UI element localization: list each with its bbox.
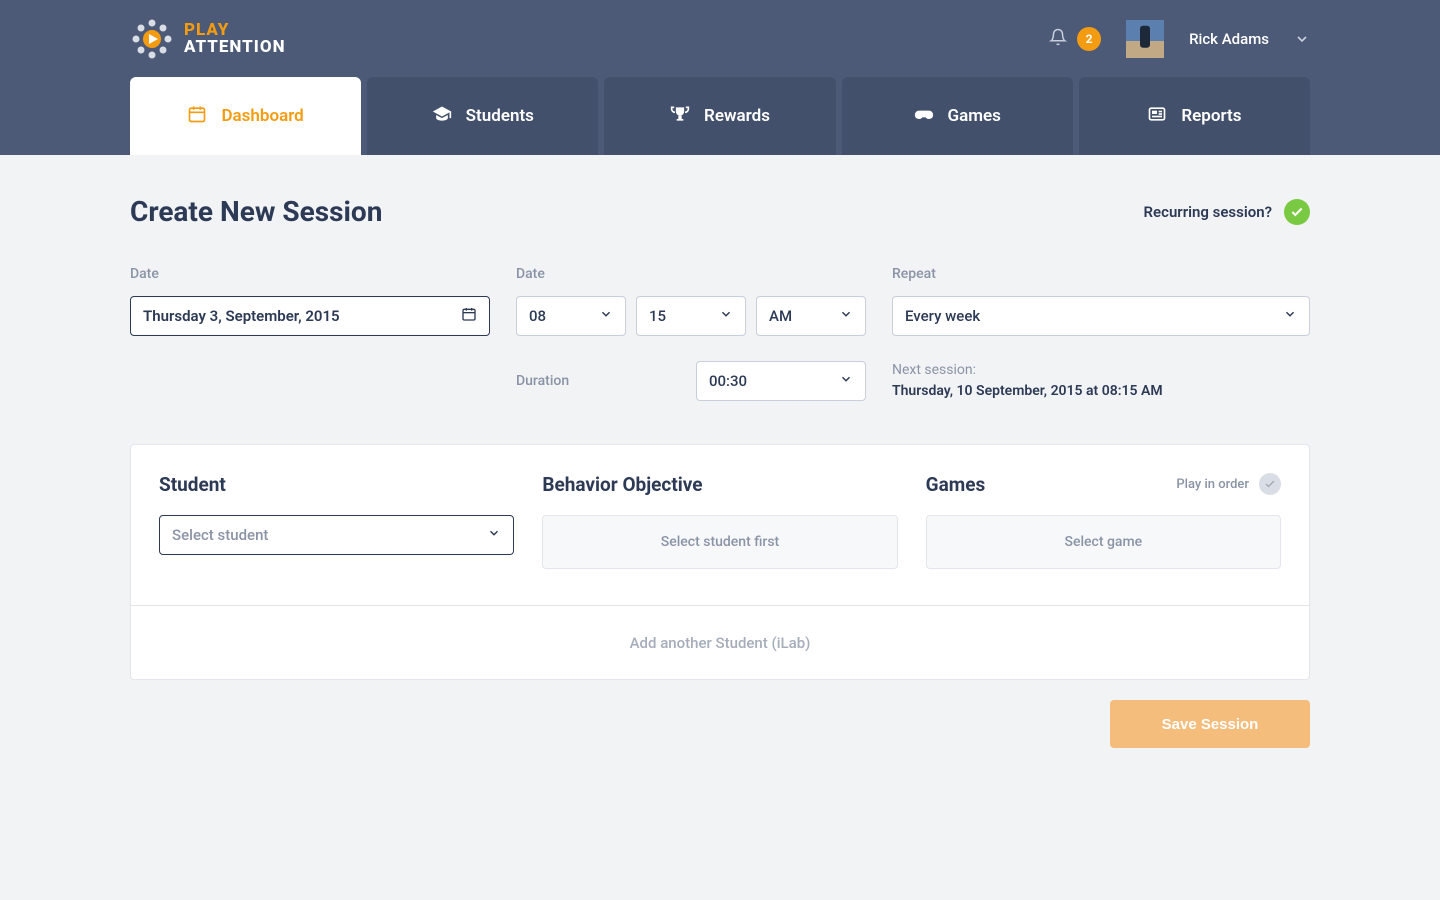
tab-games[interactable]: Games bbox=[842, 77, 1073, 155]
chevron-down-icon bbox=[839, 372, 853, 390]
behavior-placeholder: Select student first bbox=[661, 534, 779, 550]
chevron-down-icon bbox=[487, 526, 501, 544]
chevron-down-icon bbox=[839, 307, 853, 325]
logo-mark-icon bbox=[130, 17, 174, 61]
form-row-2: Duration 00:30 Next session: Thursday, 1… bbox=[130, 360, 1310, 402]
repeat-select[interactable]: Every week bbox=[892, 296, 1310, 336]
games-heading: Games bbox=[926, 473, 986, 496]
trophy-icon bbox=[670, 104, 690, 129]
date-value: Thursday 3, September, 2015 bbox=[143, 307, 340, 325]
repeat-value: Every week bbox=[905, 307, 980, 325]
add-another-student[interactable]: Add another Student (iLab) bbox=[131, 605, 1309, 679]
user-name: Rick Adams bbox=[1189, 30, 1269, 48]
repeat-field: Repeat Every week bbox=[892, 266, 1310, 336]
save-row: Save Session bbox=[130, 700, 1310, 748]
tab-students[interactable]: Students bbox=[367, 77, 598, 155]
logo[interactable]: PLAY ATTENTION bbox=[130, 17, 286, 61]
tab-label: Students bbox=[466, 106, 534, 126]
news-icon bbox=[1147, 104, 1167, 129]
next-session: Next session: Thursday, 10 September, 20… bbox=[892, 360, 1310, 402]
tab-label: Dashboard bbox=[221, 106, 303, 126]
grad-cap-icon bbox=[432, 104, 452, 129]
user-menu-toggle[interactable] bbox=[1294, 31, 1310, 47]
games-column: Games Play in order Select game bbox=[926, 471, 1281, 569]
hour-value: 08 bbox=[529, 307, 546, 325]
minute-select[interactable]: 15 bbox=[636, 296, 746, 336]
play-in-order-toggle[interactable]: Play in order bbox=[1176, 473, 1281, 495]
student-placeholder: Select student bbox=[172, 526, 268, 544]
next-session-label: Next session: bbox=[892, 360, 1310, 381]
nav-tabs: Dashboard Students Rewards Games Reports bbox=[130, 77, 1310, 155]
logo-line2: ATTENTION bbox=[184, 39, 286, 56]
chevron-down-icon bbox=[1283, 307, 1297, 325]
minute-value: 15 bbox=[649, 307, 666, 325]
main-content: Create New Session Recurring session? Da… bbox=[0, 155, 1440, 748]
logo-text: PLAY ATTENTION bbox=[184, 22, 286, 56]
behavior-heading: Behavior Objective bbox=[542, 471, 897, 497]
calendar-icon bbox=[187, 104, 207, 129]
games-placeholder-box: Select game bbox=[926, 515, 1281, 569]
chevron-down-icon bbox=[599, 307, 613, 325]
calendar-icon bbox=[461, 306, 477, 326]
logo-line1: PLAY bbox=[184, 22, 286, 39]
duration-label: Duration bbox=[516, 373, 569, 389]
student-heading: Student bbox=[159, 471, 514, 497]
tab-label: Games bbox=[948, 106, 1001, 126]
app-header: PLAY ATTENTION 2 Rick Adams bbox=[0, 0, 1440, 155]
tab-label: Reports bbox=[1181, 106, 1241, 126]
date-field: Date Thursday 3, September, 2015 bbox=[130, 266, 490, 336]
duration-value: 00:30 bbox=[709, 372, 747, 390]
avatar[interactable] bbox=[1126, 20, 1164, 58]
meridiem-value: AM bbox=[769, 307, 792, 325]
form-row-1: Date Thursday 3, September, 2015 Date 08… bbox=[130, 266, 1310, 336]
check-circle-icon bbox=[1259, 473, 1281, 495]
tab-label: Rewards bbox=[704, 106, 770, 126]
play-order-label: Play in order bbox=[1176, 477, 1249, 492]
time-field: Date 08 15 AM bbox=[516, 266, 866, 336]
games-placeholder: Select game bbox=[1064, 534, 1142, 550]
students-panel: Student Select student Behavior Objectiv… bbox=[130, 444, 1310, 680]
notifications[interactable]: 2 bbox=[1049, 27, 1101, 51]
page-title: Create New Session bbox=[130, 195, 382, 228]
tab-dashboard[interactable]: Dashboard bbox=[130, 77, 361, 155]
header-top: PLAY ATTENTION 2 Rick Adams bbox=[130, 0, 1310, 77]
time-label: Date bbox=[516, 266, 866, 282]
header-right: 2 Rick Adams bbox=[1049, 20, 1310, 58]
next-session-value: Thursday, 10 September, 2015 at 08:15 AM bbox=[892, 381, 1310, 402]
gamepad-icon bbox=[914, 104, 934, 129]
student-select[interactable]: Select student bbox=[159, 515, 514, 555]
tab-rewards[interactable]: Rewards bbox=[604, 77, 835, 155]
duration-field: Duration 00:30 bbox=[516, 361, 866, 401]
add-another-label: Add another Student (iLab) bbox=[630, 634, 811, 652]
chevron-down-icon bbox=[719, 307, 733, 325]
behavior-placeholder-box: Select student first bbox=[542, 515, 897, 569]
meridiem-select[interactable]: AM bbox=[756, 296, 866, 336]
chevron-down-icon bbox=[1294, 31, 1310, 47]
notification-badge: 2 bbox=[1077, 27, 1101, 51]
duration-select[interactable]: 00:30 bbox=[696, 361, 866, 401]
date-label: Date bbox=[130, 266, 490, 282]
hour-select[interactable]: 08 bbox=[516, 296, 626, 336]
page-head: Create New Session Recurring session? bbox=[130, 195, 1310, 228]
check-circle-icon bbox=[1284, 199, 1310, 225]
behavior-column: Behavior Objective Select student first bbox=[542, 471, 897, 569]
recurring-toggle[interactable]: Recurring session? bbox=[1144, 199, 1310, 225]
tab-reports[interactable]: Reports bbox=[1079, 77, 1310, 155]
date-picker[interactable]: Thursday 3, September, 2015 bbox=[130, 296, 490, 336]
student-column: Student Select student bbox=[159, 471, 514, 569]
repeat-label: Repeat bbox=[892, 266, 1310, 282]
recurring-label: Recurring session? bbox=[1144, 203, 1272, 221]
save-session-button[interactable]: Save Session bbox=[1110, 700, 1310, 748]
bell-icon bbox=[1049, 28, 1067, 50]
